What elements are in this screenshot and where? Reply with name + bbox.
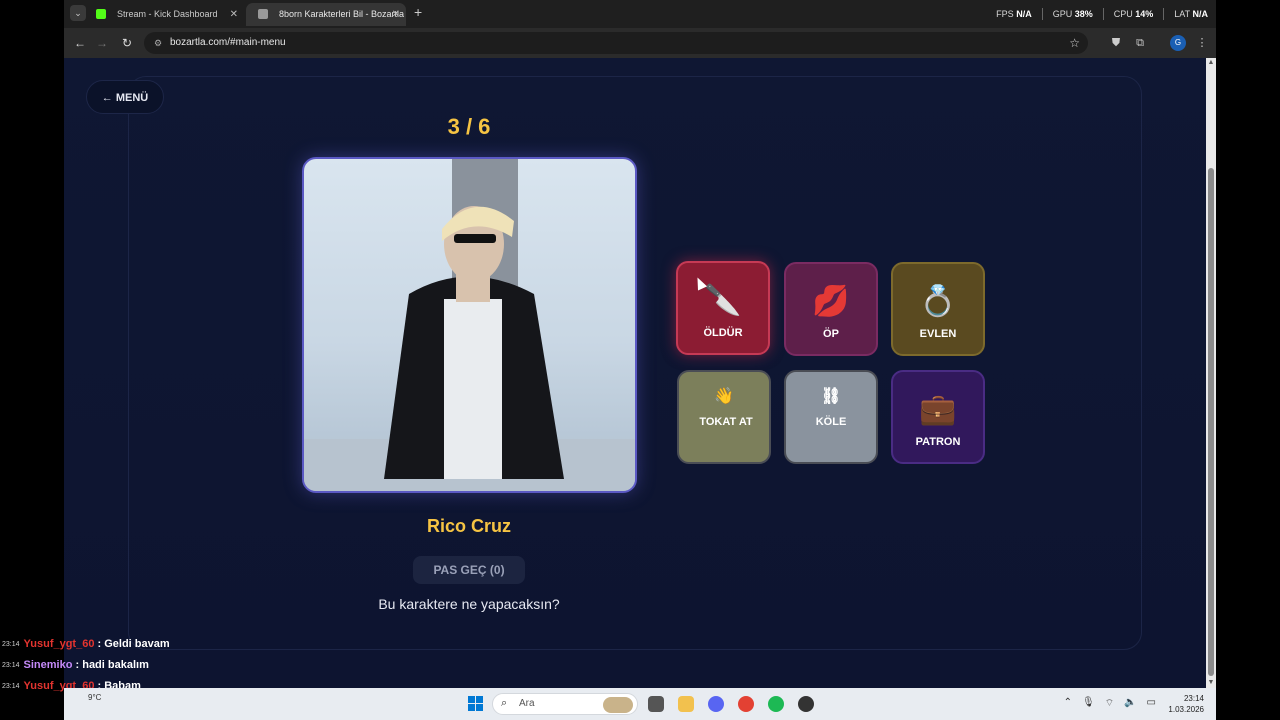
character-image	[304, 159, 635, 491]
chat-message: 23:14 Yusuf_ygt_60 : Geldi bavam	[2, 638, 170, 650]
hand-icon: 👋	[714, 388, 734, 405]
character-name: Rico Cruz	[426, 516, 511, 536]
menu-dots-icon[interactable]: ⋮	[1194, 35, 1210, 51]
search-icon: ⌕	[501, 697, 508, 709]
gpu-readout: GPU 38%	[1052, 9, 1093, 19]
profile-avatar[interactable]: G	[1170, 35, 1186, 51]
battery-icon[interactable]: ▭	[1147, 697, 1156, 710]
action-kiss-button[interactable]: 💋 ÖP	[784, 262, 878, 356]
chrome-icon[interactable]	[738, 696, 754, 712]
action-label: PATRON	[915, 436, 961, 448]
scrollbar-thumb[interactable]	[1208, 168, 1214, 676]
action-kill-button[interactable]: 🔪 ÖLDÜR	[676, 261, 770, 355]
tab-close-icon[interactable]: ✕	[392, 3, 400, 26]
weather-widget[interactable]: 9°C	[88, 692, 101, 703]
tab-title: Stream - Kick Dashboard	[117, 9, 218, 19]
performance-overlay: FPS N/A GPU 38% CPU 14% LAT N/A	[996, 0, 1208, 28]
scroll-up-icon[interactable]: ▲	[1206, 58, 1216, 68]
url-bar[interactable]: ⚙ bozartla.com/#main-menu ☆	[144, 32, 1088, 54]
chevron-up-icon[interactable]: ⌃	[1064, 697, 1072, 710]
task-view-icon[interactable]	[648, 696, 664, 712]
action-slap-button[interactable]: 👋 TOKAT AT	[677, 370, 771, 464]
url-text: bozartla.com/#main-menu	[170, 37, 286, 48]
new-tab-button[interactable]: +	[414, 4, 422, 20]
shield-extension-icon[interactable]: ⛊	[1108, 35, 1124, 51]
tab-title: 8born Karakterleri Bil - Bozartla	[279, 9, 405, 19]
microphone-icon[interactable]: 🎙	[1082, 697, 1095, 710]
browser-window: ⌄ Stream - Kick Dashboard ✕ 8born Karakt…	[64, 0, 1216, 688]
menu-back-button[interactable]: ← MENÜ	[86, 80, 164, 114]
tab-kick-dashboard[interactable]: Stream - Kick Dashboard ✕	[84, 3, 244, 26]
page-content: ← MENÜ 3 / 6 Rico Cruz PAS GEÇ (0) Bu ka…	[64, 58, 1206, 688]
question-text: Bu karaktere ne yapacaksın?	[378, 596, 560, 612]
action-label: ÖLDÜR	[703, 327, 743, 339]
action-label: KÖLE	[815, 416, 847, 428]
volume-icon[interactable]: 🔈	[1124, 697, 1136, 710]
forward-arrow-icon[interactable]: →	[94, 35, 110, 51]
action-label: EVLEN	[919, 328, 957, 340]
extensions-puzzle-icon[interactable]: ⧉	[1132, 35, 1148, 51]
file-explorer-icon[interactable]	[678, 696, 694, 712]
cpu-readout: CPU 14%	[1113, 9, 1154, 19]
address-bar: ← → ↻ ⚙ bozartla.com/#main-menu ☆ ⛊ ⧉ G …	[64, 28, 1216, 58]
tab-close-icon[interactable]: ✕	[230, 3, 238, 26]
spotify-icon[interactable]	[768, 696, 784, 712]
knife-icon: 🔪	[704, 284, 742, 317]
briefcase-icon: 💼	[919, 393, 957, 426]
screen: ⌄ Stream - Kick Dashboard ✕ 8born Karakt…	[0, 0, 1280, 720]
discord-icon[interactable]	[708, 696, 724, 712]
character-portrait	[302, 157, 637, 493]
question-progress: 3 / 6	[447, 114, 491, 139]
action-label: ÖP	[823, 328, 839, 340]
page-scrollbar[interactable]: ▲ ▼	[1206, 58, 1216, 688]
taskbar-search[interactable]: ⌕ Ara	[492, 693, 638, 715]
system-tray: ⌃ 🎙 ⌔ 🔈 ▭	[1064, 697, 1156, 710]
search-highlight-image	[603, 697, 633, 713]
chain-icon: ⛓	[820, 388, 842, 405]
reload-icon[interactable]: ↻	[119, 35, 135, 51]
bozartla-favicon-icon	[258, 9, 268, 19]
wifi-icon[interactable]: ⌔	[1105, 697, 1114, 710]
skip-button[interactable]: PAS GEÇ (0)	[413, 556, 525, 584]
ring-icon: 💍	[919, 285, 957, 318]
action-slave-button[interactable]: ⛓ KÖLE	[784, 370, 878, 464]
clock-time: 23:14	[1183, 694, 1204, 703]
action-marry-button[interactable]: 💍 EVLEN	[891, 262, 985, 356]
lat-readout: LAT N/A	[1174, 9, 1208, 19]
bookmark-star-icon[interactable]: ☆	[1069, 32, 1080, 54]
action-label: TOKAT AT	[699, 416, 753, 428]
fps-readout: FPS N/A	[996, 9, 1032, 19]
obs-icon[interactable]	[798, 696, 814, 712]
lips-icon: 💋	[812, 285, 850, 318]
back-arrow-icon[interactable]: ←	[72, 35, 88, 51]
windows-start-icon[interactable]	[468, 696, 484, 712]
tab-bar: ⌄ Stream - Kick Dashboard ✕ 8born Karakt…	[64, 0, 1216, 28]
scroll-down-icon[interactable]: ▼	[1206, 678, 1216, 688]
action-boss-button[interactable]: 💼 PATRON	[891, 370, 985, 464]
search-placeholder: Ara	[519, 698, 535, 709]
chat-message: 23:14 Sinemiko : hadi bakalım	[2, 659, 149, 671]
taskbar: 9°C ⌕ Ara ⌃ 🎙 ⌔ 🔈 ▭ 23:14 1.03.2026	[64, 688, 1216, 720]
tab-bozartla[interactable]: 8born Karakterleri Bil - Bozartla ✕	[246, 3, 406, 26]
taskbar-clock[interactable]: 23:14 1.03.2026	[1168, 693, 1204, 715]
clock-date: 1.03.2026	[1168, 705, 1204, 714]
site-info-icon[interactable]: ⚙	[152, 37, 164, 49]
kick-favicon-icon	[96, 9, 106, 19]
